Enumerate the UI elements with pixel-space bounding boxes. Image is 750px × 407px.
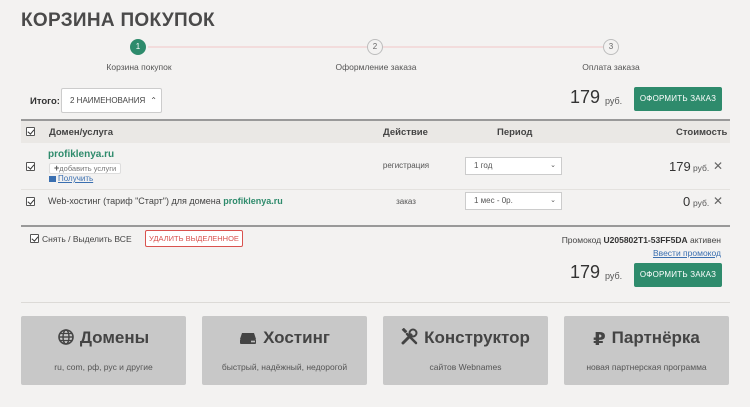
- table-bottom-border: [21, 225, 730, 227]
- total-amount-bottom: 179: [570, 262, 601, 282]
- step-2-label: Оформление заказа: [335, 62, 417, 72]
- tile-constructor[interactable]: Конструктор сайтов Webnames: [383, 316, 548, 385]
- checkout-steps: 1 2 3 Корзина покупок Оформление заказа …: [0, 36, 750, 76]
- step-line: [383, 46, 603, 48]
- get-link[interactable]: Получить: [49, 174, 93, 183]
- tile-hosting-label: Хостинг: [263, 328, 330, 347]
- total-currency: руб.: [605, 96, 623, 106]
- globe-icon: [58, 329, 74, 350]
- total-currency-bottom: руб.: [605, 271, 623, 281]
- tile-domains-label: Домены: [79, 328, 150, 347]
- row-1-period-select[interactable]: 1 год ⌄: [465, 157, 562, 175]
- cart-table: Домен/услуга Действие Период Стоимость p…: [21, 119, 730, 228]
- order-button-top[interactable]: ОФОРМИТЬ ЗАКАЗ: [634, 87, 722, 111]
- row-1-currency: руб.: [693, 163, 710, 173]
- tile-constructor-label: Конструктор: [424, 328, 530, 347]
- row-2-price: 0: [683, 194, 691, 209]
- select-all-checkbox[interactable]: [30, 234, 39, 243]
- promo-prefix: Промокод: [561, 235, 604, 245]
- total-label: Итого:: [30, 96, 60, 107]
- chevron-up-icon: ⌃: [150, 96, 157, 105]
- step-3-circle: 3: [603, 39, 619, 55]
- table-header: Домен/услуга Действие Период Стоимость: [21, 119, 730, 143]
- ruble-icon: ₽: [593, 329, 606, 349]
- step-1-circle: 1: [130, 39, 146, 55]
- row-2-currency: руб.: [693, 198, 710, 208]
- row-2-service-text: Web-хостинг (тариф "Старт") для домена: [48, 196, 224, 206]
- total-amount: 179: [570, 87, 601, 107]
- row-2-checkbox[interactable]: [26, 197, 35, 206]
- select-all-label: Снять / Выделить ВСЕ: [42, 234, 132, 244]
- add-services-label: добавить услуги: [59, 164, 117, 173]
- row-1-remove-icon[interactable]: ✕: [713, 159, 723, 173]
- server-icon: [239, 330, 257, 350]
- items-count-label: 2 НАИМЕНОВАНИЯ: [70, 96, 146, 105]
- tile-constructor-subtitle: сайтов Webnames: [429, 362, 502, 372]
- header-checkbox[interactable]: [26, 127, 35, 136]
- tile-partner-subtitle: новая партнерская программа: [586, 362, 707, 372]
- section-divider: [21, 302, 730, 303]
- tile-partner[interactable]: ₽ Партнёрка новая партнерская программа: [564, 316, 729, 385]
- chevron-down-icon: ⌄: [550, 162, 556, 169]
- row-1-checkbox[interactable]: [26, 162, 35, 171]
- step-line: [148, 46, 368, 48]
- step-3-label: Оплата заказа: [582, 62, 640, 72]
- tile-domains-subtitle: ru, com, рф, рус и другие: [54, 362, 153, 372]
- select-all-toggle[interactable]: Снять / Выделить ВСЕ: [30, 234, 132, 244]
- tile-constructor-title: Конструктор: [383, 327, 548, 350]
- tile-partner-label: Партнёрка: [611, 328, 700, 347]
- order-button-bottom[interactable]: ОФОРМИТЬ ЗАКАЗ: [634, 263, 722, 287]
- row-1-price: 179: [669, 159, 691, 174]
- enter-promo-link[interactable]: Ввести промокод: [653, 248, 721, 258]
- add-services-button[interactable]: +добавить услуги: [49, 163, 122, 174]
- promo-status: Промокод U205802T1-53FF5DA активен: [562, 235, 721, 245]
- promo-suffix: активен: [687, 235, 721, 245]
- tile-partner-title: ₽ Партнёрка: [564, 328, 729, 350]
- header-action: Действие: [383, 127, 428, 138]
- tools-icon: [401, 327, 418, 350]
- promo-code: U205802T1-53FF5DA: [603, 235, 688, 245]
- row-separator: [21, 189, 730, 190]
- row-1-domain[interactable]: profiklenya.ru: [48, 149, 114, 160]
- tile-hosting[interactable]: Хостинг быстрый, надёжный, недорогой: [202, 316, 367, 385]
- row-2-period-value: 1 мес - 0р.: [474, 196, 513, 205]
- page-title: КОРЗИНА ПОКУПОК: [21, 10, 215, 31]
- get-link-label: Получить: [58, 174, 94, 183]
- items-count-dropdown[interactable]: 2 НАИМЕНОВАНИЯ ⌃: [61, 88, 162, 113]
- tile-hosting-subtitle: быстрый, надёжный, недорогой: [221, 362, 348, 372]
- tile-domains-title: Домены: [21, 328, 186, 350]
- step-2-circle: 2: [367, 39, 383, 55]
- tile-domains[interactable]: Домены ru, com, рф, рус и другие: [21, 316, 186, 385]
- delete-selected-button[interactable]: УДАЛИТЬ ВЫДЕЛЕННОЕ: [145, 230, 243, 247]
- header-price: Стоимость: [676, 127, 728, 138]
- header-service: Домен/услуга: [49, 127, 114, 138]
- row-1-period-value: 1 год: [474, 161, 493, 170]
- step-1-label: Корзина покупок: [106, 62, 172, 72]
- header-period: Период: [497, 127, 533, 138]
- row-1-action: регистрация: [382, 161, 430, 170]
- row-2-period-select[interactable]: 1 мес - 0р. ⌄: [465, 192, 562, 210]
- tile-hosting-title: Хостинг: [202, 328, 367, 350]
- row-2-domain[interactable]: profiklenya.ru: [223, 196, 283, 206]
- row-2-service: Web-хостинг (тариф "Старт") для домена p…: [48, 196, 283, 206]
- row-2-action: заказ: [396, 197, 416, 206]
- chevron-down-icon: ⌄: [550, 197, 556, 204]
- gift-icon: [49, 175, 56, 182]
- row-2-remove-icon[interactable]: ✕: [713, 194, 723, 208]
